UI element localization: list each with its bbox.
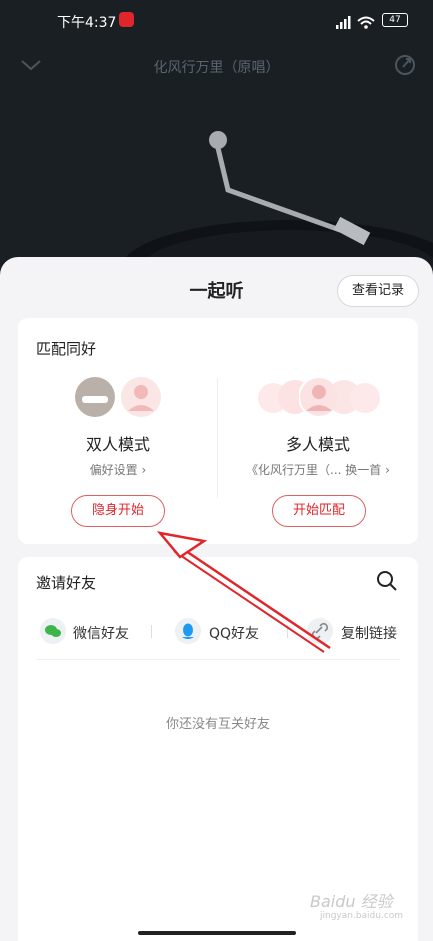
watermark-url: jingyan.baidu.com — [320, 911, 404, 921]
search-icon[interactable] — [376, 570, 398, 592]
turntable-artwork — [120, 131, 433, 265]
divider — [287, 625, 288, 638]
preference-settings-link[interactable]: 偏好设置 › — [36, 461, 200, 478]
invite-card — [18, 557, 418, 941]
sunglasses-icon — [82, 396, 108, 403]
copy-link-button[interactable] — [307, 618, 333, 648]
invite-section-title: 邀请好友 — [36, 574, 97, 592]
watermark: Baidu 经验 — [310, 892, 393, 911]
link-icon — [307, 618, 333, 644]
divider — [151, 625, 152, 638]
status-time: 下午4:37 — [57, 15, 117, 31]
share-wechat-button[interactable] — [40, 618, 66, 648]
divider — [217, 378, 218, 498]
placeholder-avatar-icon — [121, 377, 161, 417]
chevron-right-icon: › — [141, 463, 147, 477]
avatar-placeholder — [350, 383, 380, 413]
share-wechat-label: 微信好友 — [73, 626, 129, 642]
empty-friends-text: 你还没有互关好友 — [165, 717, 270, 732]
share-icon[interactable] — [394, 54, 416, 76]
song-title: 化风行万里（原唱） — [153, 60, 280, 76]
status-bar: 下午4:37 47 — [0, 0, 433, 42]
preference-settings-label: 偏好设置 — [89, 463, 138, 477]
view-history-button[interactable]: 查看记录 — [337, 275, 419, 307]
start-match-button[interactable]: 开始匹配 — [272, 495, 366, 527]
divider — [36, 659, 400, 660]
incognito-start-button[interactable]: 隐身开始 — [71, 495, 165, 527]
match-section-title: 匹配同好 — [36, 340, 97, 358]
song-switch-label: 《化风行万里（... 换一首 — [246, 463, 382, 477]
signal-wifi-icon — [336, 16, 375, 29]
copy-link-label: 复制链接 — [341, 626, 397, 642]
app-notification-icon — [119, 12, 134, 27]
wechat-icon — [40, 618, 66, 644]
battery-indicator: 47 — [382, 13, 408, 27]
song-switch-link[interactable]: 《化风行万里（... 换一首 › — [232, 461, 404, 478]
home-indicator[interactable] — [138, 931, 296, 935]
multi-mode-title: 多人模式 — [285, 435, 350, 454]
share-qq-label: QQ好友 — [209, 626, 260, 642]
chevron-right-icon: › — [385, 463, 390, 477]
qq-icon — [175, 618, 201, 644]
duo-mode-title: 双人模式 — [85, 435, 150, 454]
share-qq-button[interactable] — [175, 618, 201, 648]
